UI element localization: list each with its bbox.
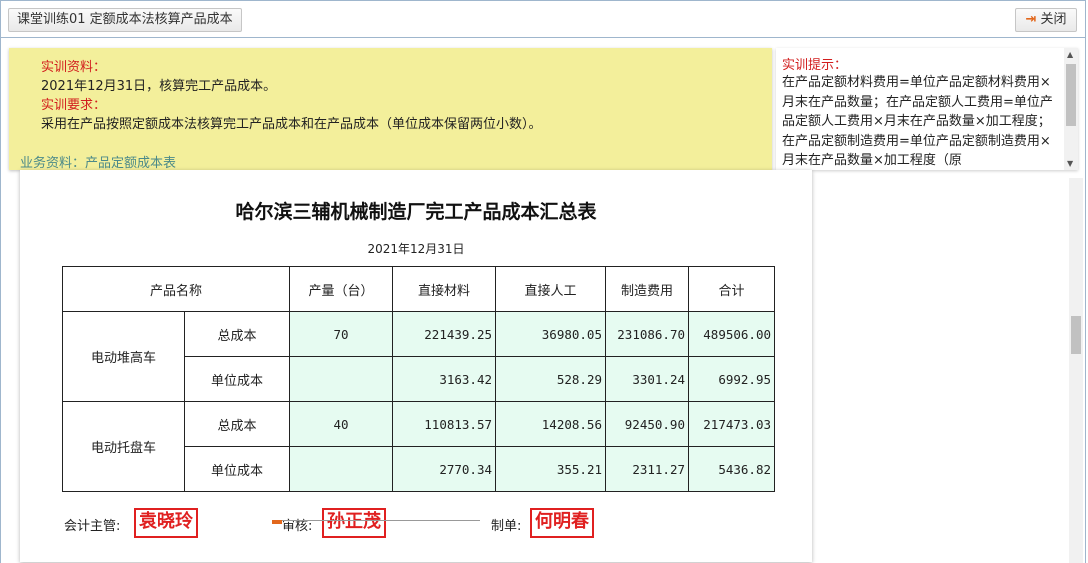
material-cell[interactable]: 110813.57 bbox=[392, 401, 496, 447]
business-data-link[interactable]: 业务资料：产品定额成本表 bbox=[20, 152, 176, 171]
close-label: 关闭 bbox=[1040, 12, 1067, 27]
header-labor: 直接人工 bbox=[495, 266, 606, 312]
product-name: 电动堆高车 bbox=[62, 311, 185, 402]
row-label: 总成本 bbox=[184, 401, 290, 447]
cost-table: 产品名称 产量（台） 直接材料 直接人工 制造费用 合计 电动堆高车 总成本 7… bbox=[62, 266, 775, 492]
main-scrollbar[interactable] bbox=[1069, 178, 1083, 563]
total-cell[interactable]: 489506.00 bbox=[688, 311, 775, 357]
row-label: 总成本 bbox=[184, 311, 290, 357]
header-overhead: 制造费用 bbox=[605, 266, 689, 312]
overhead-cell[interactable]: 2311.27 bbox=[605, 446, 689, 492]
table-header-row: 产品名称 产量（台） 直接材料 直接人工 制造费用 合计 bbox=[62, 266, 775, 312]
hint-scrollbar[interactable]: ▲ ▼ bbox=[1064, 48, 1078, 170]
qty-cell[interactable]: 40 bbox=[289, 401, 393, 447]
table-row: 电动堆高车 总成本 70 221439.25 36980.05 231086.7… bbox=[62, 311, 775, 402]
cost-summary-document: 哈尔滨三辅机械制造厂完工产品成本汇总表 2021年12月31日 产品名称 产量（… bbox=[20, 170, 812, 562]
supervisor-label: 会计主管: bbox=[64, 519, 121, 534]
next-document-edge bbox=[272, 520, 480, 526]
top-bar: 课堂训练01 定额成本法核算产品成本 ⇥ 关闭 bbox=[0, 0, 1086, 38]
preparer-label: 制单: bbox=[491, 519, 522, 534]
hint-scroll-thumb[interactable] bbox=[1066, 64, 1076, 126]
row-label: 单位成本 bbox=[184, 356, 290, 402]
overhead-cell[interactable]: 3301.24 bbox=[605, 356, 689, 402]
close-button[interactable]: ⇥ 关闭 bbox=[1015, 8, 1077, 32]
exit-icon: ⇥ bbox=[1025, 12, 1037, 27]
labor-cell[interactable]: 36980.05 bbox=[495, 311, 606, 357]
hint-panel: 实训提示： 在产品定额材料费用=单位产品定额材料费用×月末在产品数量；在产品定额… bbox=[776, 48, 1078, 170]
material-label: 实训资料： bbox=[41, 60, 107, 75]
table-row: 电动托盘车 总成本 40 110813.57 14208.56 92450.90… bbox=[62, 401, 775, 492]
qty-cell[interactable] bbox=[289, 356, 393, 402]
info-panel: 实训资料： 2021年12月31日，核算完工产品成本。 实训要求： 采用在产品按… bbox=[9, 48, 772, 171]
material-cell[interactable]: 221439.25 bbox=[392, 311, 496, 357]
total-cell[interactable]: 217473.03 bbox=[688, 401, 775, 447]
total-cell[interactable]: 6992.95 bbox=[688, 356, 775, 402]
overhead-cell[interactable]: 231086.70 bbox=[605, 311, 689, 357]
qty-cell[interactable]: 70 bbox=[289, 311, 393, 357]
document-title: 哈尔滨三辅机械制造厂完工产品成本汇总表 bbox=[235, 201, 597, 223]
qty-cell[interactable] bbox=[289, 446, 393, 492]
header-material: 直接材料 bbox=[392, 266, 496, 312]
material-cell[interactable]: 2770.34 bbox=[392, 446, 496, 492]
title-tab[interactable]: 课堂训练01 定额成本法核算产品成本 bbox=[8, 8, 242, 32]
labor-cell[interactable]: 14208.56 bbox=[495, 401, 606, 447]
header-product: 产品名称 bbox=[62, 266, 290, 312]
row-label: 单位成本 bbox=[184, 446, 290, 492]
header-total: 合计 bbox=[688, 266, 775, 312]
header-qty: 产量（台） bbox=[289, 266, 393, 312]
tab-marker-icon bbox=[272, 520, 282, 524]
labor-cell[interactable]: 528.29 bbox=[495, 356, 606, 402]
material-cell[interactable]: 3163.42 bbox=[392, 356, 496, 402]
main-scroll-thumb[interactable] bbox=[1071, 316, 1081, 354]
hint-title: 实训提示： bbox=[782, 58, 848, 73]
product-name: 电动托盘车 bbox=[62, 401, 185, 492]
requirement-label: 实训要求： bbox=[41, 98, 107, 113]
preparer-stamp: 何明春 bbox=[530, 508, 594, 538]
content-area: 实训资料： 2021年12月31日，核算完工产品成本。 实训要求： 采用在产品按… bbox=[0, 38, 1086, 563]
requirement-text: 采用在产品按照定额成本法核算完工产品成本和在产品成本（单位成本保留两位小数）。 bbox=[41, 117, 542, 132]
material-text: 2021年12月31日，核算完工产品成本。 bbox=[41, 79, 277, 94]
supervisor-stamp: 袁晓玲 bbox=[134, 508, 198, 538]
scroll-up-icon[interactable]: ▲ bbox=[1067, 50, 1073, 59]
labor-cell[interactable]: 355.21 bbox=[495, 446, 606, 492]
total-cell[interactable]: 5436.82 bbox=[688, 446, 775, 492]
overhead-cell[interactable]: 92450.90 bbox=[605, 401, 689, 447]
scroll-down-icon[interactable]: ▼ bbox=[1067, 159, 1073, 168]
hint-text: 在产品定额材料费用=单位产品定额材料费用×月末在产品数量；在产品定额人工费用=单… bbox=[782, 75, 1053, 168]
document-date: 2021年12月31日 bbox=[367, 242, 465, 256]
